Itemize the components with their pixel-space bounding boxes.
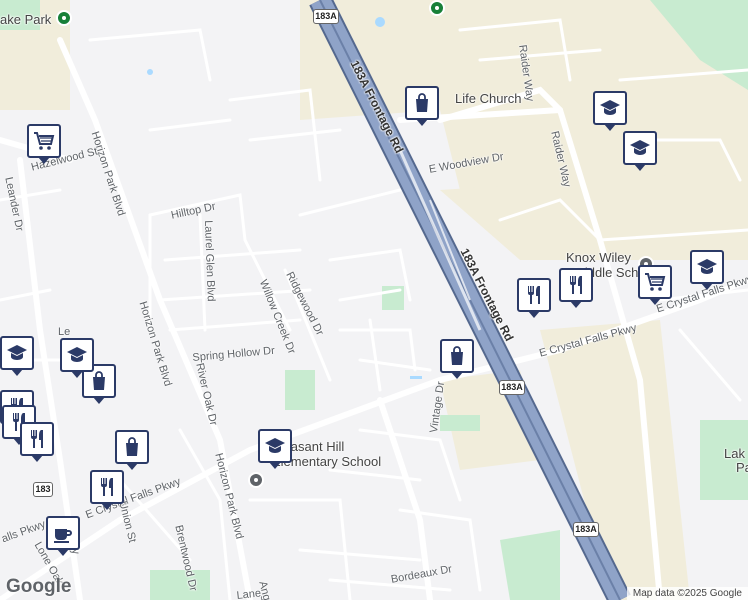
fork-knife-icon bbox=[564, 273, 588, 297]
map-marker-graduation-cap[interactable] bbox=[690, 250, 724, 290]
map-marker-fork-knife[interactable] bbox=[20, 422, 54, 462]
graduation-cap-icon bbox=[5, 341, 29, 365]
poi-label: Lak bbox=[724, 446, 745, 461]
map-marker-shopping-bag[interactable] bbox=[405, 86, 439, 126]
map-marker-shopping-bag[interactable] bbox=[115, 430, 149, 470]
shopping-cart-icon bbox=[643, 270, 667, 294]
water-area bbox=[410, 376, 422, 379]
park-area bbox=[500, 530, 560, 600]
street-label: Le bbox=[58, 326, 71, 338]
map-marker-fork-knife[interactable] bbox=[559, 268, 593, 308]
graduation-cap-icon bbox=[263, 434, 287, 458]
park-area bbox=[440, 415, 480, 431]
map-marker-shopping-cart[interactable] bbox=[27, 124, 61, 164]
map-marker-coffee-cup[interactable] bbox=[46, 516, 80, 556]
shopping-bag-icon bbox=[410, 91, 434, 115]
graduation-cap-icon bbox=[628, 136, 652, 160]
street-label: Lane bbox=[236, 587, 262, 600]
park-pin-icon[interactable] bbox=[56, 10, 72, 26]
shopping-bag-icon bbox=[87, 369, 111, 393]
poi-label-lake-park[interactable]: ake Park bbox=[0, 12, 51, 27]
map-marker-fork-knife[interactable] bbox=[517, 278, 551, 318]
map-attribution: Map data ©2025 Google bbox=[626, 587, 748, 600]
route-shield: 183A bbox=[499, 380, 525, 395]
map-marker-graduation-cap[interactable] bbox=[60, 338, 94, 378]
shopping-bag-icon bbox=[445, 344, 469, 368]
map-marker-graduation-cap[interactable] bbox=[0, 336, 34, 376]
map-marker-graduation-cap[interactable] bbox=[593, 91, 627, 131]
place-pin-icon[interactable] bbox=[248, 472, 264, 488]
graduation-cap-icon bbox=[65, 343, 89, 367]
graduation-cap-icon bbox=[695, 255, 719, 279]
map-marker-shopping-cart[interactable] bbox=[638, 265, 672, 305]
coffee-cup-icon bbox=[51, 521, 75, 545]
poi-label-knox-wiley[interactable]: Knox Wiley bbox=[566, 250, 631, 265]
fork-knife-icon bbox=[95, 475, 119, 499]
place-pin-icon[interactable] bbox=[429, 0, 445, 16]
map-view[interactable]: 183A Frontage Rd 183A Frontage Rd 183A 1… bbox=[0, 0, 748, 600]
fork-knife-icon bbox=[25, 427, 49, 451]
route-shield: 183A bbox=[573, 522, 599, 537]
park-area bbox=[285, 370, 315, 410]
route-shield: 183A bbox=[313, 9, 339, 24]
water-area bbox=[375, 17, 385, 27]
google-logo: Google bbox=[6, 576, 72, 597]
poi-label-life-church[interactable]: Life Church bbox=[455, 91, 521, 106]
water-area bbox=[147, 69, 153, 75]
park-area bbox=[150, 570, 210, 600]
map-marker-graduation-cap[interactable] bbox=[258, 429, 292, 469]
shopping-bag-icon bbox=[120, 435, 144, 459]
poi-label: Pa bbox=[736, 460, 748, 475]
map-marker-shopping-bag[interactable] bbox=[440, 339, 474, 379]
graduation-cap-icon bbox=[598, 96, 622, 120]
route-shield: 183 bbox=[33, 482, 53, 497]
map-marker-fork-knife[interactable] bbox=[90, 470, 124, 510]
fork-knife-icon bbox=[522, 283, 546, 307]
shopping-cart-icon bbox=[32, 129, 56, 153]
map-marker-graduation-cap[interactable] bbox=[623, 131, 657, 171]
